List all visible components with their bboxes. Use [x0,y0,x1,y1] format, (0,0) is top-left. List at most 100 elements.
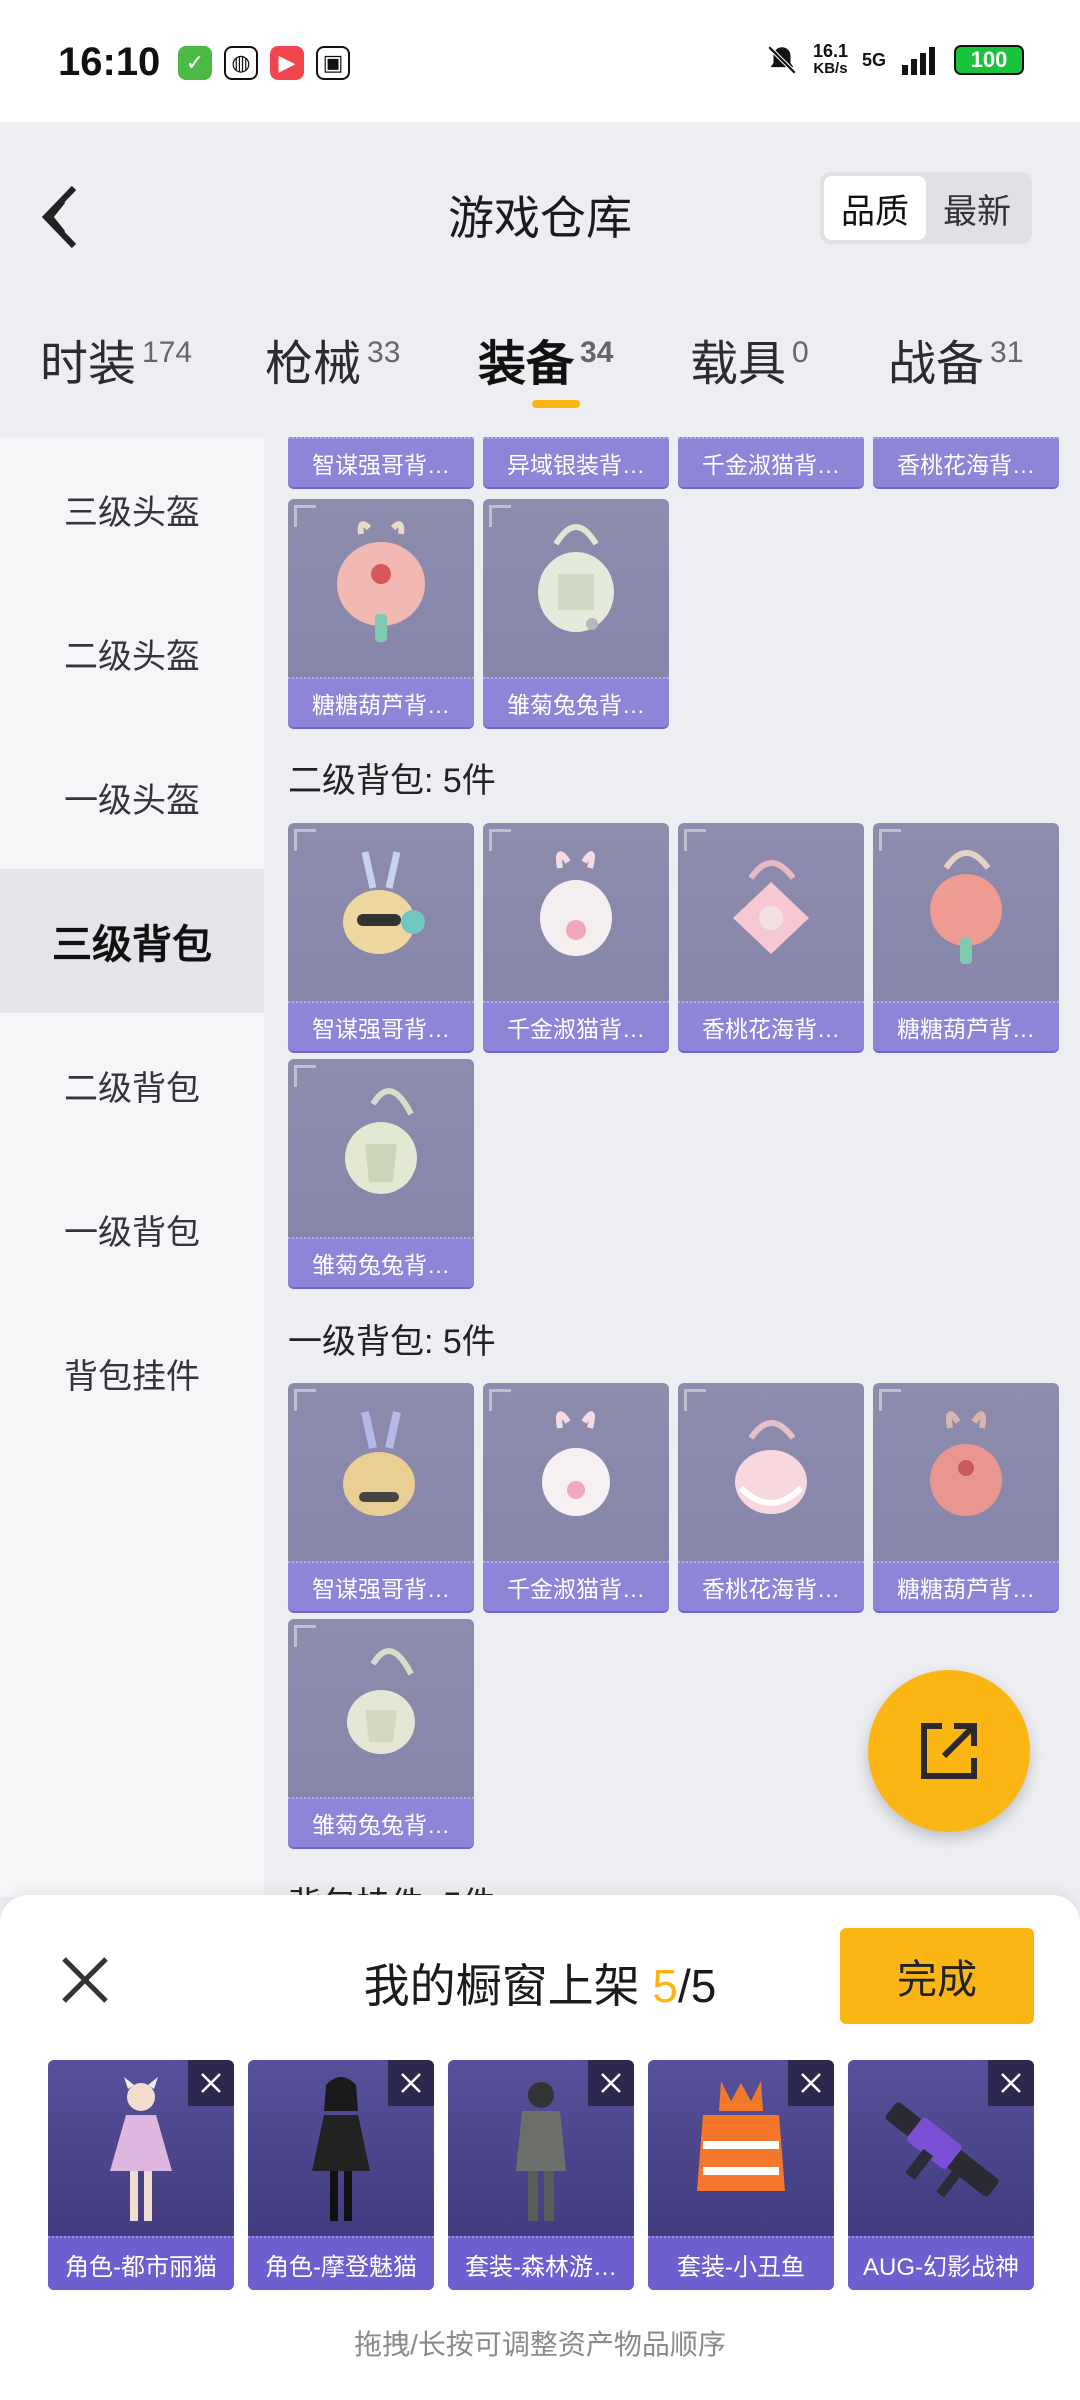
shelf-item-name: AUG-幻影战神 [848,2236,1034,2290]
shelf-item[interactable]: 套装-森林游… [448,2060,634,2290]
item-name: 千金淑猫背… [483,1561,669,1611]
remove-button[interactable] [788,2060,834,2106]
app-icon-green: ✓ [178,46,212,80]
tab-count: 34 [580,336,614,369]
backpack-icon [288,1619,474,1789]
mute-bell-icon [767,45,797,75]
status-bar: 16:10 ✓ ◍ ▶ ▣ 16.1 KB/s 5G 100 [0,0,1080,122]
wechat-icon: ◍ [224,46,258,80]
backpack-icon [678,823,864,993]
backpack-icon [483,499,669,669]
net-speed: 16.1 KB/s [813,42,848,78]
section-title-level1: 一级背包: 5件 [288,1323,496,1361]
tab-label: 战备 [888,338,985,391]
item-name: 糖糖葫芦背… [288,677,474,727]
section-title-level2: 二级背包: 5件 [288,762,496,800]
status-right: 16.1 KB/s 5G 100 [765,42,1024,78]
item-card[interactable]: 雏菊兔兔背… [288,1059,474,1287]
tab-label: 枪械 [265,338,362,391]
item-card[interactable]: 千金淑猫背… [483,1383,669,1611]
shelf-item-name: 套装-森林游… [448,2236,634,2290]
item-name: 香桃花海背… [678,1001,864,1051]
item-name: 千金淑猫背… [678,437,864,487]
item-name: 香桃花海背… [678,1561,864,1611]
shelf-item[interactable]: AUG-幻影战神 [848,2060,1034,2290]
status-app-icons: ✓ ◍ ▶ ▣ [178,46,350,80]
shelf-item[interactable]: 角色-都市丽猫 [48,2060,234,2290]
showcase-panel: 我的橱窗上架 5/5 完成 角色-都市丽猫 角色-摩登魅猫 套装-森林游… 套装… [0,1895,1080,2400]
item-card[interactable]: 香桃花海背… [678,1383,864,1611]
showcase-count-separator: / [678,1960,691,2012]
sidebar-item-level2-backpack[interactable]: 二级背包 [0,1013,264,1157]
backpack-icon [288,1059,474,1229]
item-name: 雏菊兔兔背… [288,1797,474,1847]
sidebar-item-backpack-charm[interactable]: 背包挂件 [0,1301,264,1445]
sort-latest-option[interactable]: 最新 [926,176,1028,240]
item-card[interactable]: 糖糖葫芦背… [873,1383,1059,1611]
done-button[interactable]: 完成 [840,1928,1034,2024]
item-card[interactable]: 香桃花海背… [873,437,1059,487]
shelf-item-name: 角色-都市丽猫 [48,2236,234,2290]
shelf-item[interactable]: 套装-小丑鱼 [648,2060,834,2290]
item-card[interactable]: 智谋强哥背… [288,823,474,1051]
item-card[interactable]: 雏菊兔兔背… [288,1619,474,1847]
tab-equipment[interactable]: 装备 34 [478,324,613,394]
showcase-count-current: 5 [652,1960,678,2012]
showcase-count-total: 5 [690,1960,717,2012]
section-title-charm: 背包挂件: 5件 [288,1877,496,1897]
remove-button[interactable] [988,2060,1034,2106]
shelf-item-name: 套装-小丑鱼 [648,2236,834,2290]
item-card[interactable]: 香桃花海背… [678,823,864,1051]
tab-count: 31 [990,336,1024,369]
sidebar: 三级头盔 二级头盔 一级头盔 三级背包 二级背包 一级背包 背包挂件 [0,437,264,1897]
backpack-icon [483,823,669,993]
close-icon [201,2073,221,2093]
tab-supplies[interactable]: 战备 31 [888,324,1023,394]
shelf-item-name: 角色-摩登魅猫 [248,2236,434,2290]
share-button[interactable] [868,1670,1030,1832]
backpack-icon [873,823,1059,993]
item-card[interactable]: 雏菊兔兔背… [483,499,669,727]
sidebar-item-level2-helmet[interactable]: 二级头盔 [0,581,264,725]
close-icon [1001,2073,1021,2093]
backpack-icon [483,1383,669,1553]
sidebar-item-level1-backpack[interactable]: 一级背包 [0,1157,264,1301]
tab-count: 33 [367,336,401,369]
remove-button[interactable] [188,2060,234,2106]
item-name: 香桃花海背… [873,437,1059,487]
status-time: 16:10 [58,40,161,84]
item-name: 智谋强哥背… [288,1561,474,1611]
tab-fashion[interactable]: 时装 174 [40,324,192,394]
tab-label: 时装 [40,338,137,391]
reorder-hint: 拖拽/长按可调整资产物品顺序 [354,2329,726,2360]
item-card[interactable]: 异域银装背… [483,437,669,487]
tab-label: 载具 [690,338,787,391]
close-icon [401,2073,421,2093]
tab-label: 装备 [478,338,575,391]
item-card[interactable]: 千金淑猫背… [678,437,864,487]
remove-button[interactable] [388,2060,434,2106]
tab-vehicles[interactable]: 载具 0 [690,324,809,394]
item-name: 智谋强哥背… [288,1001,474,1051]
sort-quality-option[interactable]: 品质 [824,176,926,240]
close-icon [801,2073,821,2093]
remove-button[interactable] [588,2060,634,2106]
item-name: 糖糖葫芦背… [873,1561,1059,1611]
item-card[interactable]: 糖糖葫芦背… [873,823,1059,1051]
sidebar-item-level3-backpack[interactable]: 三级背包 [0,869,264,1013]
item-card[interactable]: 智谋强哥背… [288,1383,474,1611]
backpack-icon [288,1383,474,1553]
item-card[interactable]: 千金淑猫背… [483,823,669,1051]
tab-guns[interactable]: 枪械 33 [265,324,400,394]
sidebar-item-level1-helmet[interactable]: 一级头盔 [0,725,264,869]
sidebar-item-level3-helmet[interactable]: 三级头盔 [0,437,264,581]
net-speed-unit: KB/s [813,60,848,77]
item-card[interactable]: 智谋强哥背… [288,437,474,487]
item-card[interactable]: 糖糖葫芦背… [288,499,474,727]
backpack-icon [288,823,474,993]
item-name: 智谋强哥背… [288,437,474,487]
shelf-item[interactable]: 角色-摩登魅猫 [248,2060,434,2290]
header: 游戏仓库 品质 最新 时装 174 枪械 33 装备 34 载具 0 战备 31 [0,122,1080,422]
item-name: 千金淑猫背… [483,1001,669,1051]
tab-count: 174 [142,336,193,369]
